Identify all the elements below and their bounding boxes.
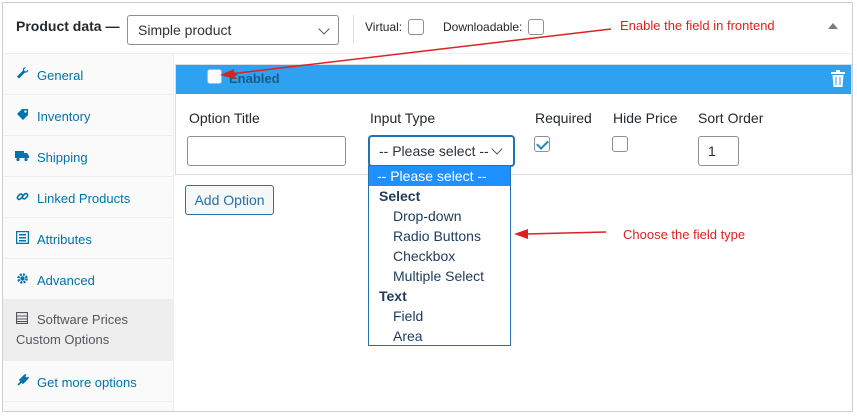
dropdown-option-radio-buttons[interactable]: Radio Buttons — [369, 226, 510, 246]
tab-inventory-label: Inventory — [37, 109, 91, 124]
option-title-input[interactable] — [187, 136, 346, 166]
chevron-down-icon — [491, 143, 503, 155]
table-icon — [15, 311, 29, 326]
wrench-icon — [15, 67, 29, 81]
dropdown-group-text: Text — [379, 288, 407, 304]
tab-advanced-label: Advanced — [37, 273, 95, 288]
dropdown-option-checkbox[interactable]: Checkbox — [369, 246, 510, 266]
tab-advanced[interactable]: Advanced — [3, 259, 174, 300]
gear-icon — [15, 272, 29, 286]
tab-general-label: General — [37, 68, 84, 83]
tab-get-more-options[interactable]: Get more options — [3, 361, 174, 402]
hide-price-checkbox[interactable] — [612, 136, 628, 152]
tab-shipping[interactable]: Shipping — [3, 136, 174, 177]
list-icon — [15, 230, 29, 245]
dropdown-option-drop-down[interactable]: Drop-down — [369, 206, 510, 226]
virtual-checkbox[interactable] — [408, 19, 424, 35]
option-title-label: Option Title — [189, 110, 260, 126]
downloadable-label: Downloadable: — [443, 20, 523, 34]
virtual-label: Virtual: — [365, 20, 403, 34]
sort-order-value: 1 — [708, 143, 716, 159]
add-option-button[interactable]: Add Option — [185, 185, 274, 215]
tab-linked-products-label: Linked Products — [37, 191, 131, 206]
custom-option-header: Enabled — [176, 65, 851, 94]
chevron-down-icon — [318, 23, 330, 35]
truck-icon — [15, 149, 29, 163]
input-type-label: Input Type — [370, 110, 436, 126]
field-type-annotation: Choose the field type — [623, 227, 746, 242]
tab-linked-products[interactable]: Linked Products — [3, 177, 174, 218]
dropdown-group-select: Select — [379, 188, 421, 204]
product-data-tabs: General Inventory Shipping Linked Produc… — [3, 54, 174, 411]
hide-price-label: Hide Price — [613, 110, 678, 126]
tab-software-prices-custom-options[interactable]: Software Prices Custom Options — [3, 300, 174, 361]
tab-attributes[interactable]: Attributes — [3, 218, 174, 259]
product-type-select[interactable]: Simple product — [127, 15, 339, 45]
tab-software-prices-label-line1: Software Prices — [37, 312, 129, 327]
required-checkbox[interactable] — [534, 136, 550, 152]
tab-inventory[interactable]: Inventory — [3, 95, 174, 136]
collapse-toggle-icon[interactable] — [828, 23, 838, 29]
enabled-label: Enabled — [229, 71, 280, 86]
trash-icon[interactable] — [831, 70, 845, 87]
tab-attributes-label: Attributes — [37, 232, 92, 247]
link-icon — [15, 190, 29, 204]
input-type-dropdown-list: -- Please select -- Select Drop-down Rad… — [368, 165, 511, 346]
input-type-select[interactable]: -- Please select -- — [369, 136, 514, 166]
dropdown-option-area[interactable]: Area — [369, 326, 510, 346]
plugin-icon — [15, 373, 29, 388]
input-type-value: -- Please select -- — [379, 143, 489, 159]
sort-order-input[interactable]: 1 — [698, 136, 739, 166]
enable-annotation: Enable the field in frontend — [620, 18, 775, 33]
tag-icon — [15, 108, 29, 122]
required-label: Required — [535, 110, 592, 126]
enable-option-checkbox[interactable] — [207, 69, 222, 84]
product-data-title: Product data — — [16, 18, 120, 34]
tab-software-prices-label-line2: Custom Options — [16, 332, 110, 347]
sort-order-label: Sort Order — [698, 110, 764, 126]
tab-shipping-label: Shipping — [37, 150, 88, 165]
dropdown-option-field[interactable]: Field — [369, 306, 510, 326]
header-divider — [353, 15, 354, 43]
tab-general[interactable]: General — [3, 54, 174, 95]
product-type-value: Simple product — [138, 22, 232, 38]
dropdown-option-multiple-select[interactable]: Multiple Select — [369, 266, 510, 286]
custom-options-panel: Enabled Option Title Input Type Required… — [175, 54, 852, 411]
downloadable-checkbox[interactable] — [528, 19, 544, 35]
dropdown-option-please-select[interactable]: -- Please select -- — [369, 166, 510, 186]
tab-get-more-options-label: Get more options — [37, 375, 137, 390]
